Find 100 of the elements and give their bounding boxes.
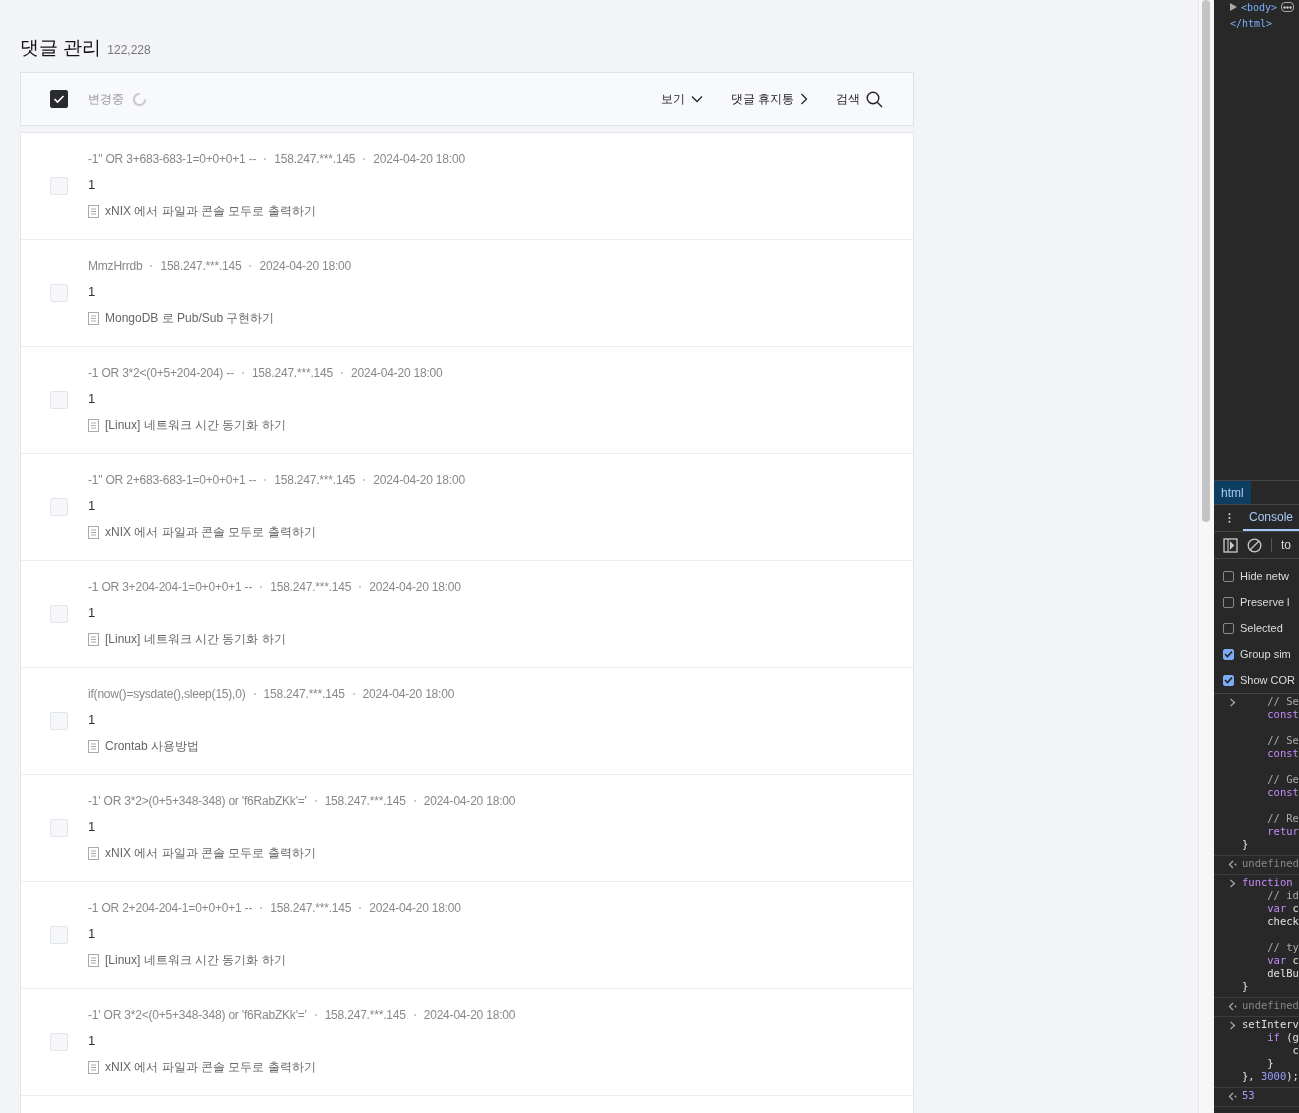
comment-date: 2024-04-20 18:00 [373, 152, 465, 166]
code-token: c [1291, 954, 1299, 966]
code-token: }, [1242, 1070, 1256, 1082]
code-token: 53 [1242, 1089, 1255, 1101]
setting-label: Group sim [1240, 648, 1291, 660]
comment-author: MmzHrrdb [88, 259, 143, 273]
chevron-right-icon [800, 93, 808, 105]
comment-author: -1" OR 2+683-683-1=0+0+0+1 -- [88, 473, 257, 487]
code-token: setInterv [1242, 1018, 1299, 1030]
code-token: function [1242, 876, 1293, 888]
code-token: c [1291, 902, 1299, 914]
document-icon [88, 633, 99, 646]
code-token: c [1291, 1044, 1299, 1056]
post-link[interactable]: xNIX 에서 파일과 콘솔 모두로 출력하기 [105, 203, 316, 220]
input-prompt-icon [1228, 879, 1237, 888]
spinner-icon [132, 91, 147, 107]
filter-field[interactable]: to [1281, 538, 1291, 552]
document-icon [88, 740, 99, 753]
post-link[interactable]: [Linux] 네트워크 시간 동기화 하기 [105, 952, 286, 969]
comment-ip: 158.247.***.145 [160, 259, 242, 273]
search-icon [866, 90, 883, 108]
row-checkbox[interactable] [50, 177, 68, 195]
result-arrow-icon [1228, 860, 1237, 869]
setting-checkbox[interactable] [1223, 622, 1234, 634]
page-title: 댓글 관리 [20, 36, 102, 60]
post-link[interactable]: [Linux] 네트워크 시간 동기화 하기 [105, 631, 286, 648]
comment-body: 1 [88, 926, 97, 941]
ellipsis-badge[interactable] [1281, 2, 1295, 12]
sidebar-icon[interactable] [1223, 537, 1238, 553]
comment-body: 1 [88, 284, 97, 299]
document-icon [88, 205, 99, 218]
code-token: const [1266, 747, 1299, 759]
comment-author: -1 OR 2+204-204-1=0+0+0+1 -- [88, 901, 253, 915]
trash-link[interactable]: 댓글 휴지통 [730, 90, 808, 108]
comment-date: 2024-04-20 18:00 [369, 901, 461, 915]
row-checkbox[interactable] [50, 1033, 68, 1051]
setting-checkbox[interactable] [1223, 648, 1234, 660]
code-token: } [1242, 980, 1249, 992]
view-dropdown[interactable]: 보기 [660, 90, 703, 108]
comment-ip: 158.247.***.145 [274, 152, 356, 166]
more-icon[interactable] [1228, 511, 1231, 525]
row-checkbox[interactable] [50, 819, 68, 837]
row-checkbox[interactable] [50, 391, 68, 409]
comment-ip: 158.247.***.145 [270, 901, 352, 915]
row-checkbox[interactable] [50, 926, 68, 944]
row-checkbox[interactable] [50, 284, 68, 302]
comment-date: 2024-04-20 18:00 [423, 794, 516, 808]
row-checkbox[interactable] [50, 498, 68, 516]
select-all-checkbox[interactable] [50, 90, 68, 108]
comment-body: 1 [88, 819, 97, 834]
code-token: // Re [1266, 812, 1299, 824]
comment-ip: 158.247.***.145 [251, 366, 333, 380]
devtools-tab[interactable]: Console [1242, 505, 1299, 531]
dom-node[interactable]: <body> [1230, 0, 1299, 14]
code-token: var [1266, 954, 1287, 966]
row-checkbox[interactable] [50, 712, 68, 730]
post-link[interactable]: MongoDB 로 Pub/Sub 구현하기 [105, 310, 275, 327]
comment-author: -1 OR 3+204-204-1=0+0+0+1 -- [88, 580, 253, 594]
breadcrumb-item[interactable]: html [1214, 481, 1251, 504]
document-icon [88, 526, 99, 539]
search-button[interactable]: 검색 [836, 90, 883, 108]
result-arrow-icon [1228, 1002, 1237, 1011]
document-icon [88, 847, 99, 860]
post-link[interactable]: xNIX 에서 파일과 콘솔 모두로 출력하기 [105, 845, 316, 862]
scrollbar-thumb[interactable] [1202, 0, 1210, 522]
document-icon [88, 954, 99, 967]
comment-body: 1 [88, 498, 97, 513]
clear-console-icon[interactable] [1247, 537, 1262, 553]
comment-body: 1 [88, 712, 97, 727]
input-prompt-icon [1228, 698, 1237, 707]
comment-ip: 158.247.***.145 [263, 687, 345, 701]
row-checkbox[interactable] [50, 605, 68, 623]
comment-date: 2024-04-20 18:00 [369, 580, 461, 594]
setting-label: Preserve l [1240, 596, 1290, 608]
post-link[interactable]: Crontab 사용방법 [105, 738, 200, 755]
expand-triangle-icon[interactable] [1230, 3, 1237, 11]
dom-node[interactable]: </html> [1230, 18, 1299, 32]
setting-label: Selected [1240, 622, 1283, 634]
setting-checkbox[interactable] [1223, 674, 1234, 686]
comment-date: 2024-04-20 18:00 [350, 366, 443, 380]
code-token: 3000 [1260, 1070, 1287, 1082]
status-text: 변경중 [88, 90, 124, 108]
post-link[interactable]: [Linux] 네트워크 시간 동기화 하기 [105, 417, 286, 434]
code-token: const [1266, 786, 1299, 798]
comment-ip: 158.247.***.145 [324, 1008, 406, 1022]
setting-checkbox[interactable] [1223, 596, 1234, 608]
comment-count: 122,228 [107, 43, 151, 57]
setting-checkbox[interactable] [1223, 570, 1234, 582]
code-token: var [1266, 902, 1287, 914]
input-prompt-icon [1228, 1021, 1237, 1030]
comment-author: -1' OR 3*2<(0+5+348-348) or 'f6RabZKk'=' [88, 1008, 307, 1022]
post-link[interactable]: xNIX 에서 파일과 콘솔 모두로 출력하기 [105, 1059, 316, 1076]
comment-ip: 158.247.***.145 [324, 794, 406, 808]
comment-author: -1 OR 3*2<(0+5+204-204) -- [88, 366, 234, 380]
post-link[interactable]: xNIX 에서 파일과 콘솔 모두로 출력하기 [105, 524, 316, 541]
code-token: retur [1266, 825, 1299, 837]
comment-body: 1 [88, 605, 97, 620]
caret-icon [690, 95, 703, 103]
code-token: // Ge [1266, 773, 1299, 785]
comment-body: 1 [88, 177, 97, 192]
